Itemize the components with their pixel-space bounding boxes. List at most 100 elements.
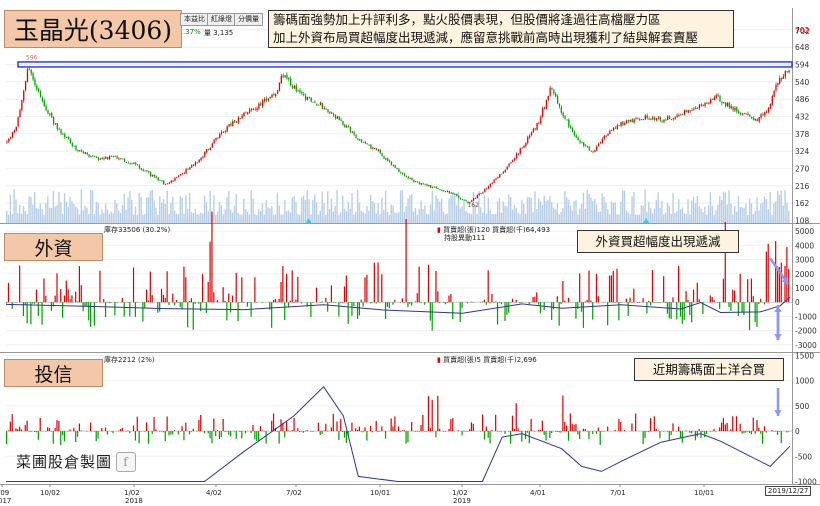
trust-net-bar — [239, 431, 241, 432]
candle-body — [560, 107, 562, 113]
volume-bar — [146, 197, 148, 223]
candle-body — [150, 172, 152, 177]
candle-body — [200, 157, 202, 161]
candle-body — [207, 149, 210, 151]
volume-bar — [289, 212, 292, 223]
candle-body — [286, 74, 288, 79]
volume-bar — [159, 196, 161, 223]
traffic-light-button[interactable]: 紅綠燈 — [207, 13, 236, 26]
volume-bar — [22, 205, 25, 223]
candle-body — [374, 148, 376, 149]
trust-net-bar — [720, 422, 723, 432]
trust-buy-arrow-head — [774, 410, 782, 416]
volume-bar — [530, 197, 532, 223]
foreign-net-bar — [54, 295, 56, 303]
volume-bar — [136, 214, 139, 223]
volume-layer — [6, 189, 790, 223]
price-volume-button[interactable]: 分價量 — [234, 13, 263, 26]
foreign-net-bar — [248, 302, 250, 303]
candle-body — [702, 105, 704, 107]
candle-body — [650, 119, 652, 121]
trust-net-bar — [444, 431, 446, 432]
foreign-net-bar — [364, 277, 366, 303]
volume-bar — [418, 208, 420, 223]
candle-body — [116, 156, 118, 159]
x-tick-year: 2019 — [453, 497, 471, 505]
volume-bar — [575, 200, 577, 223]
foreign-net-bar — [728, 302, 730, 307]
volume-bar — [272, 214, 275, 223]
candle-body — [196, 162, 198, 164]
main-annotation: 籌碼面強勢加上升評利多，點火股價表現，但股價將逢過往高檔壓力區 加上外資布局買超… — [268, 10, 734, 48]
trust-net-bar — [427, 396, 430, 432]
volume-bar — [282, 214, 284, 223]
candle-body — [60, 129, 62, 134]
foreign-net-bar — [784, 265, 786, 303]
candle-body — [504, 169, 506, 173]
candle-body — [521, 147, 523, 149]
volume-bar — [534, 191, 536, 223]
trust-net-bar — [69, 429, 71, 432]
candle-body — [271, 94, 273, 98]
foreign-net-bar — [24, 302, 26, 305]
candle-body — [254, 109, 256, 111]
volume-bar — [788, 210, 790, 223]
volume-bar — [43, 214, 45, 223]
trust-net-bar — [104, 427, 107, 432]
trust-net-bar — [414, 431, 417, 432]
volume-bar — [71, 201, 73, 223]
foreign-net-bar — [532, 296, 534, 303]
candle-body — [689, 110, 691, 112]
candle-body — [230, 123, 232, 126]
candle-body — [430, 185, 432, 188]
trust-net-legend: ▮ 買賣超(張)5 買賣超(千)2,696 — [437, 356, 537, 364]
volume-bar — [767, 209, 769, 223]
foreign-net-bar — [67, 289, 69, 303]
candle-body — [79, 150, 81, 152]
volume-bar — [101, 209, 103, 223]
trust-net-bar — [235, 431, 237, 439]
foreign-net-bar — [508, 302, 510, 313]
volume-bar — [73, 203, 75, 223]
trust-net-bar — [218, 431, 221, 439]
volume-bar — [670, 214, 672, 223]
trust-net-bar — [579, 431, 581, 440]
volume-bar — [160, 202, 163, 223]
volume-bar — [252, 198, 254, 223]
candle-body — [312, 101, 314, 103]
foreign-net-bar — [676, 302, 678, 320]
candle-body — [696, 107, 699, 109]
volume-bar — [231, 212, 234, 223]
volume-bar — [724, 192, 727, 223]
trust-net-bar — [551, 431, 553, 433]
candle-body — [105, 157, 107, 159]
volume-bar — [440, 198, 443, 223]
trust-net-bar — [646, 431, 648, 432]
volume-bar — [782, 205, 784, 223]
volume-bar — [618, 214, 620, 223]
candle-body — [614, 127, 617, 129]
volume-bar — [54, 206, 56, 223]
volume-bar — [224, 209, 226, 223]
trust-net-bar — [9, 421, 11, 432]
trust-net-bar — [302, 431, 305, 433]
volume-bar — [760, 203, 762, 223]
volume-bar — [181, 197, 183, 223]
foreign-net-bar — [610, 275, 613, 303]
foreign-net-bar — [386, 302, 389, 307]
volume-bar — [502, 201, 504, 223]
volume-bar — [508, 194, 510, 223]
candle-body — [713, 97, 716, 100]
volume-bar — [153, 200, 155, 223]
pe-ratio-button[interactable]: 本益比 — [180, 13, 209, 26]
trust-net-bar — [297, 428, 299, 432]
foreign-net-bar — [321, 301, 323, 303]
volume-bar — [88, 214, 90, 223]
candle-body — [43, 100, 45, 107]
foreign-net-bar — [136, 301, 138, 303]
trust-net-bar — [463, 430, 465, 432]
trust-net-bar — [678, 426, 680, 432]
volume-bar — [700, 208, 702, 223]
foreign-net-bar — [295, 299, 297, 303]
foreign-net-bar — [636, 302, 639, 303]
